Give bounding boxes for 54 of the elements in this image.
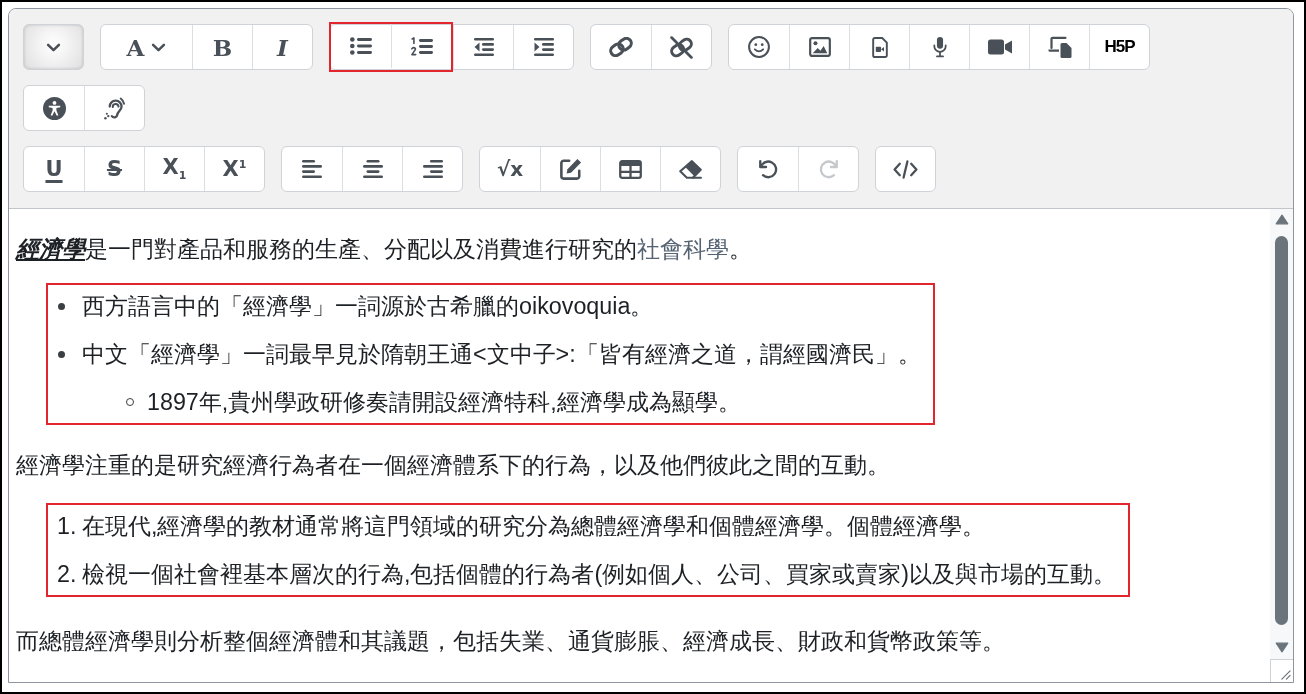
crossed-chain-icon	[670, 35, 693, 59]
list-item: 西方語言中的「經濟學」一詞源於古希臘的oikovoquia。	[82, 291, 654, 321]
video-file-icon	[871, 36, 888, 58]
accessibility-icon	[42, 96, 66, 120]
paragraph: 經濟學注重的是研究經濟行為者在一個經濟體系下的行為，以及他們彼此之間的互動。	[16, 451, 890, 480]
align-right-icon	[422, 160, 443, 178]
bold-button[interactable]: B	[192, 25, 252, 69]
code-icon	[893, 159, 918, 179]
bullet-icon	[58, 302, 65, 310]
bullet-icon	[58, 350, 65, 358]
list-number: 1.	[56, 512, 77, 540]
scroll-down-arrow-icon[interactable]	[1274, 642, 1289, 653]
underline-button[interactable]: U	[24, 147, 84, 191]
video-camera-icon	[987, 39, 1012, 55]
h5p-button[interactable]: H5P	[1089, 25, 1149, 69]
laptop-file-icon	[1047, 36, 1072, 58]
bullet-list-icon	[350, 37, 372, 55]
ear-icon	[104, 96, 125, 120]
equation-button[interactable]: √x	[480, 147, 540, 191]
smiley-icon	[748, 36, 770, 58]
subscript-button[interactable]: X$_{1}$	[144, 147, 204, 191]
resize-handle[interactable]	[1270, 659, 1293, 682]
strikethrough-button[interactable]: S	[84, 147, 144, 191]
redo-icon	[818, 159, 839, 179]
image-icon	[808, 37, 831, 57]
toolbar-toggle-button[interactable]	[23, 24, 84, 70]
undo-icon	[758, 159, 778, 179]
source-code-button[interactable]	[875, 146, 936, 192]
eraser-icon	[679, 159, 702, 179]
chain-link-icon	[609, 37, 633, 57]
link[interactable]: 社會科學	[637, 236, 729, 262]
italic-button[interactable]: I	[252, 25, 312, 69]
table-icon	[619, 159, 642, 179]
paragraph: 而總體經濟學則分析整個經濟體和其議題，包括失業、通貨膨脹、經濟成長、財政和貨幣政策等。	[16, 627, 1005, 656]
scrollbar-thumb[interactable]	[1275, 236, 1288, 625]
caret-icon	[151, 42, 167, 52]
outdent-icon	[473, 38, 494, 56]
resize-grip-icon	[1280, 669, 1291, 680]
indent-icon	[533, 38, 554, 56]
align-center-icon	[362, 160, 383, 178]
list-item: 在現代,經濟學的教材通常將這門領域的研究分為總體經濟學和個體經濟學。個體經濟學。	[82, 511, 986, 541]
numbered-list-icon	[410, 36, 433, 56]
microphone-icon	[932, 36, 947, 58]
list-number: 2.	[56, 560, 77, 588]
paragraph: 經濟學是一門對產品和服務的生產、分配以及消費進行研究的社會科學。	[16, 235, 752, 264]
chevron-down-icon	[46, 42, 61, 52]
list-item: 1897年,貴州學政研修奏請開設經濟特科,經濟學成為顯學。	[147, 387, 741, 417]
align-left-icon	[302, 160, 322, 178]
list-item: 中文「經濟學」一詞最早見於隋朝王通<文中子>:「皆有經濟之道，謂經國濟民」。	[82, 339, 921, 369]
pencil-square-icon	[559, 158, 582, 180]
superscript-button[interactable]: X$^{1}$	[204, 147, 264, 191]
font-button[interactable]: A	[101, 25, 192, 69]
list-item: 檢視一個社會裡基本層次的行為,包括個體的行為者(例如個人、公司、買家或賣家)以及與市場的互動。	[82, 559, 1116, 589]
scroll-up-arrow-icon[interactable]	[1274, 214, 1289, 225]
